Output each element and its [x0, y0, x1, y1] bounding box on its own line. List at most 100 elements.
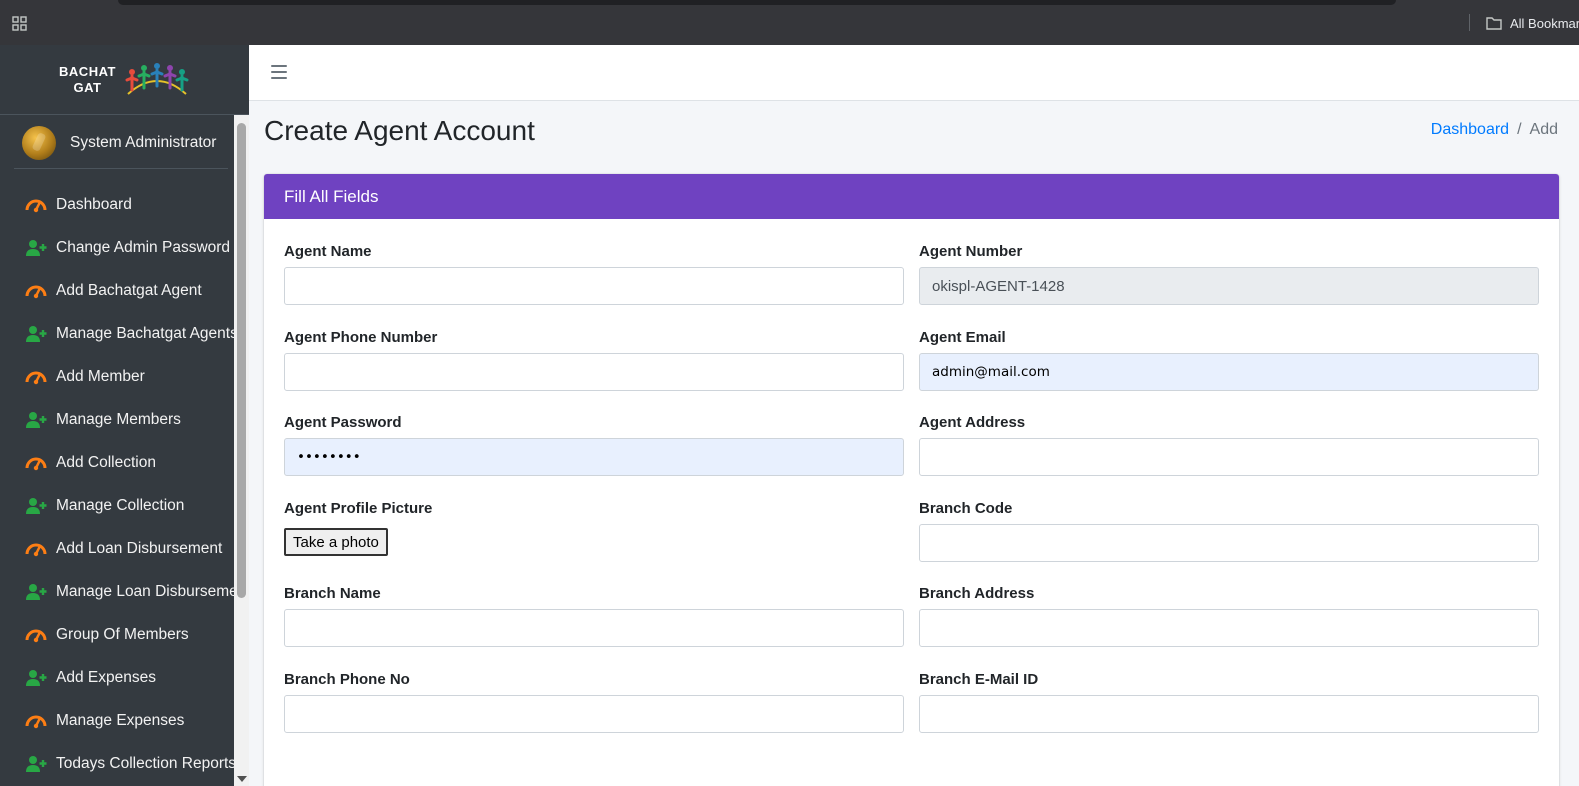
bookmarks-separator [1469, 14, 1470, 31]
hamburger-menu-icon[interactable] [271, 65, 287, 79]
agent-email-input[interactable] [919, 353, 1539, 391]
sidebar-item-label: Manage Expenses [56, 711, 185, 729]
branch-phone-input[interactable] [284, 695, 904, 733]
avatar [22, 125, 56, 160]
people-group-logo-icon [125, 62, 189, 95]
sidebar-item-label: Group Of Members [56, 625, 189, 643]
agent-phone-input[interactable] [284, 353, 904, 391]
agent-password-label: Agent Password [284, 414, 402, 431]
user-plus-icon [26, 325, 47, 342]
branch-address-input[interactable] [919, 609, 1539, 647]
sidebar-item-dashboard[interactable]: Dashboard [0, 183, 234, 226]
user-plus-icon [26, 755, 47, 772]
sidebar-item-manage-loan-disburseme[interactable]: Manage Loan Disburseme [0, 570, 234, 613]
sidebar: BACHAT GAT System Administrator Dashboar… [0, 45, 249, 786]
card-header: Fill All Fields [264, 174, 1559, 219]
tachometer-icon [25, 371, 47, 384]
sidebar-item-label: Change Admin Password [56, 238, 231, 256]
top-navbar [249, 45, 1579, 101]
tachometer-icon [25, 715, 47, 728]
browser-bookmarks-bar: All Bookmarks [0, 0, 1579, 45]
breadcrumb-current: Add [1529, 121, 1558, 138]
branch-email-group: Branch E-Mail ID [919, 671, 1539, 733]
scroll-down-arrow-icon[interactable] [237, 776, 247, 782]
agent-phone-group: Agent Phone Number [284, 329, 904, 391]
user-plus-icon [26, 669, 47, 686]
branch-code-input[interactable] [919, 524, 1539, 562]
branch-name-label: Branch Name [284, 585, 381, 602]
branch-code-group: Branch Code [919, 500, 1539, 562]
agent-address-group: Agent Address [919, 414, 1539, 476]
sidebar-item-change-admin-password[interactable]: Change Admin Password [0, 226, 234, 269]
agent-picture-label: Agent Profile Picture [284, 500, 433, 517]
sidebar-item-add-expenses[interactable]: Add Expenses [0, 656, 234, 699]
sidebar-item-add-bachatgat-agent[interactable]: Add Bachatgat Agent [0, 269, 234, 312]
tachometer-icon [25, 285, 47, 298]
sidebar-item-add-member[interactable]: Add Member [0, 355, 234, 398]
sidebar-item-add-loan-disbursement[interactable]: Add Loan Disbursement [0, 527, 234, 570]
sidebar-item-label: Manage Collection [56, 496, 185, 514]
agent-email-label: Agent Email [919, 329, 1006, 346]
agent-phone-label: Agent Phone Number [284, 329, 438, 346]
sidebar-item-label: Dashboard [56, 195, 132, 213]
sidebar-item-label: Manage Bachatgat Agents [56, 324, 234, 342]
agent-number-input[interactable] [919, 267, 1539, 305]
agent-address-label: Agent Address [919, 414, 1026, 431]
sidebar-item-add-collection[interactable]: Add Collection [0, 441, 234, 484]
sidebar-item-manage-expenses[interactable]: Manage Expenses [0, 699, 234, 742]
page-title: Create Agent Account [264, 115, 535, 146]
all-bookmarks-label: All Bookmarks [1510, 15, 1579, 31]
all-bookmarks-button[interactable]: All Bookmarks [1486, 14, 1579, 32]
sidebar-item-label: Manage Loan Disburseme [56, 582, 234, 600]
sidebar-item-label: Add Bachatgat Agent [56, 281, 202, 299]
tachometer-icon [25, 199, 47, 212]
user-plus-icon [26, 239, 47, 256]
breadcrumb-separator: / [1517, 121, 1522, 138]
branch-address-label: Branch Address [919, 585, 1035, 602]
branch-name-input[interactable] [284, 609, 904, 647]
user-name: System Administrator [70, 133, 217, 151]
agent-name-input[interactable] [284, 267, 904, 305]
branch-phone-group: Branch Phone No [284, 671, 904, 733]
sidebar-item-todays-collection-reports[interactable]: Todays Collection Reports [0, 742, 234, 785]
sidebar-item-group-of-members[interactable]: Group Of Members [0, 613, 234, 656]
folder-icon [1486, 17, 1502, 30]
sidebar-item-label: Add Expenses [56, 668, 156, 686]
take-photo-button[interactable]: Take a photo [284, 528, 388, 556]
agent-number-group: Agent Number [919, 243, 1539, 305]
branch-address-group: Branch Address [919, 585, 1539, 647]
agent-address-input[interactable] [919, 438, 1539, 476]
sidebar-item-manage-collection[interactable]: Manage Collection [0, 484, 234, 527]
sidebar-item-label: Add Member [56, 367, 145, 385]
branch-name-group: Branch Name [284, 585, 904, 647]
sidebar-scroll-thumb[interactable] [237, 123, 246, 598]
agent-picture-group: Agent Profile Picture Take a photo [284, 500, 904, 556]
user-panel[interactable]: System Administrator [14, 117, 228, 169]
sidebar-item-manage-bachatgat-agents[interactable]: Manage Bachatgat Agents [0, 312, 234, 355]
browser-tab-strip [118, 0, 1396, 5]
branch-email-input[interactable] [919, 695, 1539, 733]
brand-line-2: GAT [73, 79, 102, 95]
branch-email-label: Branch E-Mail ID [919, 671, 1039, 688]
agent-email-group: Agent Email [919, 329, 1539, 391]
brand-line-1: BACHAT [59, 63, 116, 79]
brand-text: BACHAT GAT [59, 64, 116, 96]
agent-number-label: Agent Number [919, 243, 1023, 260]
sidebar-item-label: Todays Collection Reports [56, 754, 234, 772]
create-agent-card: Fill All Fields Agent Name Agent Number … [264, 174, 1559, 786]
apps-grid-icon[interactable] [12, 16, 27, 31]
brand-logo[interactable]: BACHAT GAT [0, 45, 249, 115]
breadcrumb-dashboard-link[interactable]: Dashboard [1431, 121, 1509, 139]
agent-password-input[interactable] [284, 438, 904, 476]
user-plus-icon [26, 583, 47, 600]
tachometer-icon [25, 457, 47, 470]
branch-phone-label: Branch Phone No [284, 671, 410, 688]
user-plus-icon [26, 411, 47, 428]
sidebar-scrollbar[interactable] [234, 115, 249, 786]
user-plus-icon [26, 497, 47, 514]
sidebar-nav: Dashboard Change Admin Password Add Bachat… [0, 183, 234, 785]
sidebar-item-manage-members[interactable]: Manage Members [0, 398, 234, 441]
tachometer-icon [25, 543, 47, 556]
breadcrumb: Dashboard / Add [1431, 121, 1558, 139]
sidebar-item-label: Manage Members [56, 410, 181, 428]
